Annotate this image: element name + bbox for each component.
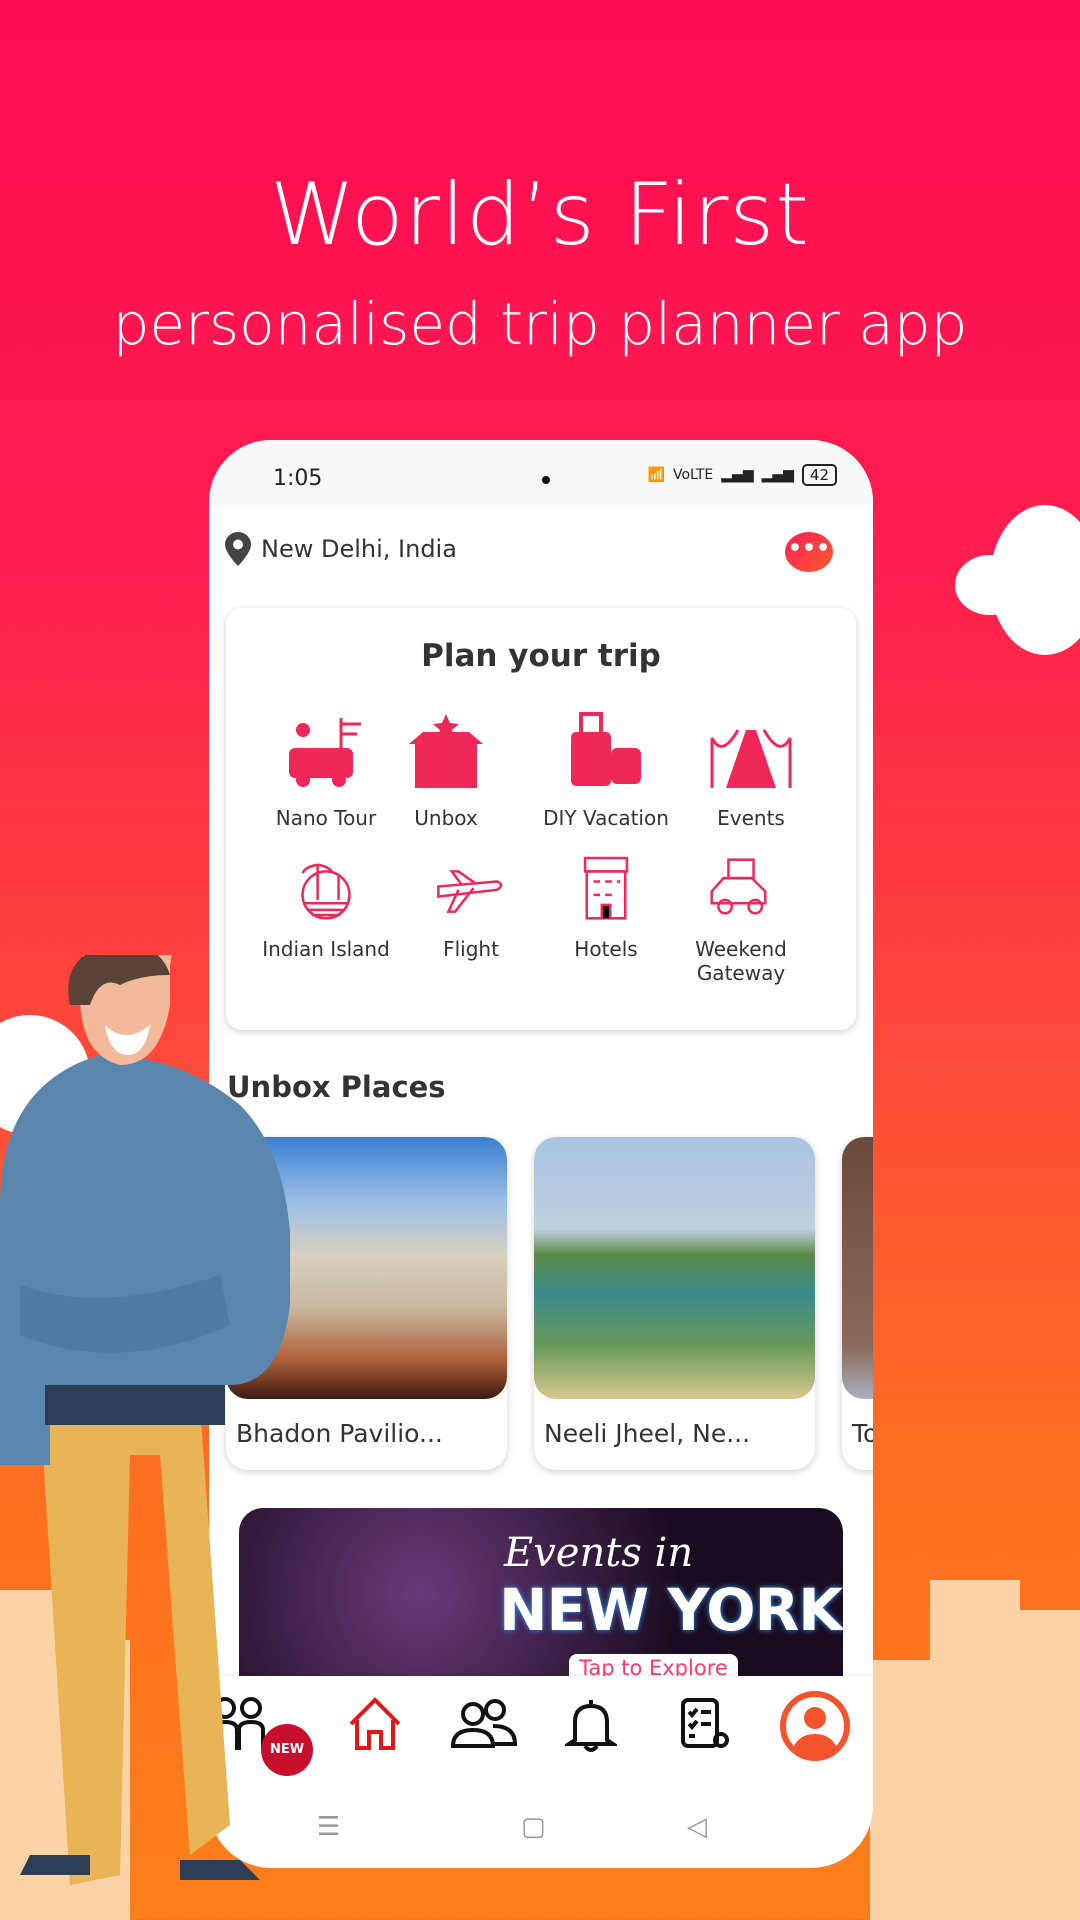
- location-selector[interactable]: New Delhi, India: [225, 532, 457, 566]
- plan-item-label: Nano Tour: [275, 806, 377, 830]
- itinerary-icon[interactable]: [679, 1696, 731, 1754]
- people-icon[interactable]: [449, 1696, 519, 1752]
- events-banner[interactable]: Events in NEW YORK Tap to Explore: [239, 1508, 843, 1678]
- place-image: [842, 1137, 873, 1399]
- plan-item-label: Weekend Gateway: [695, 937, 787, 985]
- place-card[interactable]: To: [842, 1137, 873, 1470]
- location-label: New Delhi, India: [261, 535, 457, 563]
- plan-item-indian-island[interactable]: Indian Island: [251, 853, 401, 961]
- plan-item-label: Events: [717, 806, 785, 830]
- car-luggage-icon: [710, 858, 767, 915]
- luggage-icon: [571, 712, 641, 786]
- signal-icon: ▂▄▆: [761, 467, 794, 483]
- menu-icon[interactable]: ☰: [317, 1812, 340, 1842]
- hotel-icon: [583, 856, 629, 920]
- hero-subtitle: personalised trip planner app: [112, 290, 968, 358]
- plan-item-hotels[interactable]: Hotels: [531, 853, 681, 961]
- home-square-icon[interactable]: ▢: [521, 1812, 546, 1842]
- status-bar: 1:05 📶 VoLTE ▂▄▆ ▂▄▆ 42: [209, 440, 873, 505]
- battery-icon: 42: [801, 464, 837, 486]
- place-image: [534, 1137, 815, 1399]
- wifi-icon: 📶: [647, 467, 665, 483]
- plane-icon: [437, 870, 503, 913]
- plan-item-unbox[interactable]: Unbox: [371, 708, 521, 830]
- plan-item-diy-vacation[interactable]: DIY Vacation: [531, 708, 681, 830]
- banner-line1: Events in: [504, 1530, 694, 1576]
- bottom-nav: NEW: [209, 1676, 873, 1790]
- cloud-decoration: [990, 505, 1080, 655]
- status-time: 1:05: [273, 466, 323, 491]
- bell-icon[interactable]: [565, 1696, 617, 1754]
- van-icon: [289, 718, 361, 787]
- red-carpet-icon: [710, 729, 792, 788]
- man-illustration: [0, 955, 290, 1885]
- plan-item-weekend-gateway[interactable]: Weekend Gateway: [676, 853, 806, 985]
- tap-to-explore-button[interactable]: Tap to Explore: [569, 1654, 738, 1678]
- gift-box-icon: [409, 714, 483, 788]
- plan-item-label: Flight: [443, 937, 499, 961]
- signal-icon: ▂▄▆: [721, 467, 754, 483]
- plan-item-flight[interactable]: Flight: [396, 853, 546, 961]
- place-card[interactable]: Neeli Jheel, Ne...: [534, 1137, 815, 1470]
- place-name: Neeli Jheel, Ne...: [544, 1419, 751, 1448]
- plan-title: Plan your trip: [421, 638, 661, 674]
- system-nav-bar: ☰ ▢ ◁: [209, 1790, 873, 1868]
- plan-item-label: Unbox: [414, 806, 478, 830]
- map-pin-icon: [225, 532, 251, 566]
- home-icon[interactable]: [347, 1696, 403, 1752]
- plan-item-events[interactable]: Events: [676, 708, 826, 830]
- profile-icon[interactable]: [779, 1690, 851, 1762]
- plan-trip-card: Plan your trip Nano Tour Unbox DIY Vacatio…: [226, 608, 856, 1030]
- notification-dot: [542, 476, 550, 484]
- plan-item-label: DIY Vacation: [543, 806, 669, 830]
- chat-bubble-icon[interactable]: •••: [785, 532, 833, 572]
- banner-line2: NEW YORK: [499, 1576, 843, 1644]
- place-name: To: [852, 1419, 873, 1448]
- back-icon[interactable]: ◁: [687, 1812, 707, 1842]
- phone-screen: 1:05 📶 VoLTE ▂▄▆ ▂▄▆ 42 New Delhi, India…: [209, 440, 873, 1868]
- volte-label: VoLTE: [672, 467, 714, 483]
- hero-title: World’s First: [270, 165, 810, 265]
- island-icon: [301, 863, 351, 920]
- plan-item-label: Hotels: [574, 937, 638, 961]
